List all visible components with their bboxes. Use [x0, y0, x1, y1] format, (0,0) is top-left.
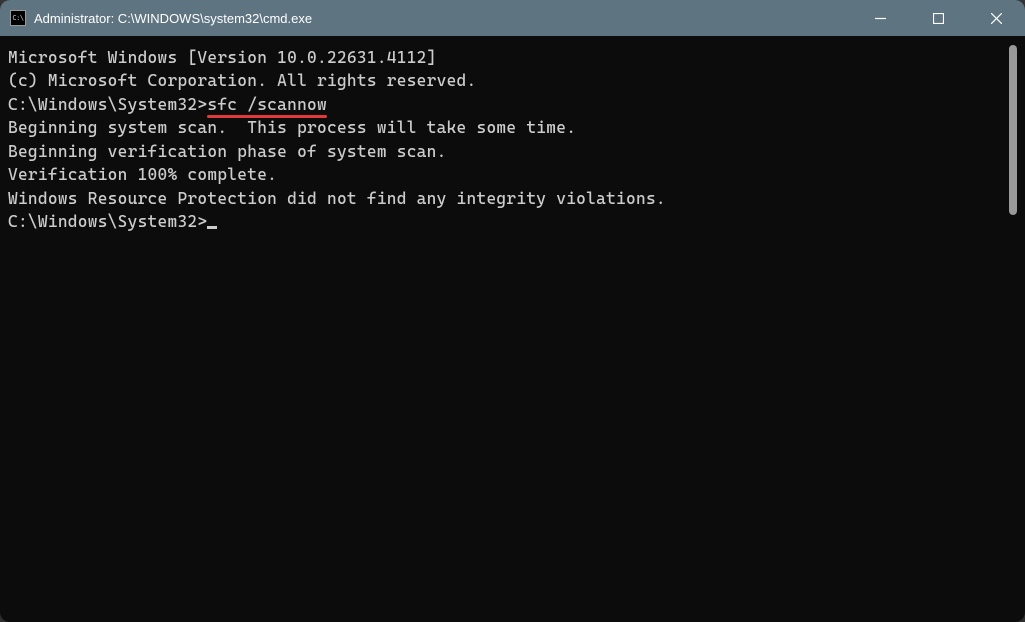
scan-begin-line: Beginning system scan. This process will…	[8, 116, 1017, 139]
command-line-1: C:\Windows\System32>sfc /scannow	[8, 93, 1017, 116]
close-button[interactable]	[967, 0, 1025, 36]
command-line-2: C:\Windows\System32>	[8, 210, 1017, 233]
minimize-button[interactable]	[851, 0, 909, 36]
window-controls	[851, 0, 1025, 36]
prompt-1: C:\Windows\System32>	[8, 95, 207, 114]
cmd-window: C:\ Administrator: C:\WINDOWS\system32\c…	[0, 0, 1025, 622]
result-line: Windows Resource Protection did not find…	[8, 187, 1017, 210]
cmd-icon: C:\	[10, 10, 26, 26]
cmd-icon-label: C:\	[12, 15, 23, 22]
window-title: Administrator: C:\WINDOWS\system32\cmd.e…	[34, 11, 851, 26]
verify-begin-line: Beginning verification phase of system s…	[8, 140, 1017, 163]
copyright-line: (c) Microsoft Corporation. All rights re…	[8, 69, 1017, 92]
maximize-icon	[933, 13, 944, 24]
prompt-2: C:\Windows\System32>	[8, 212, 207, 231]
scrollbar-thumb[interactable]	[1009, 45, 1017, 215]
scrollbar-track[interactable]	[1005, 42, 1019, 616]
sfc-command: sfc /scannow	[207, 95, 327, 114]
minimize-icon	[875, 13, 886, 24]
maximize-button[interactable]	[909, 0, 967, 36]
titlebar[interactable]: C:\ Administrator: C:\WINDOWS\system32\c…	[0, 0, 1025, 36]
close-icon	[991, 13, 1002, 24]
version-line: Microsoft Windows [Version 10.0.22631.41…	[8, 46, 1017, 69]
verify-complete-line: Verification 100% complete.	[8, 163, 1017, 186]
terminal-output[interactable]: Microsoft Windows [Version 10.0.22631.41…	[6, 42, 1019, 616]
terminal-area: Microsoft Windows [Version 10.0.22631.41…	[0, 36, 1025, 622]
cursor	[207, 226, 217, 229]
